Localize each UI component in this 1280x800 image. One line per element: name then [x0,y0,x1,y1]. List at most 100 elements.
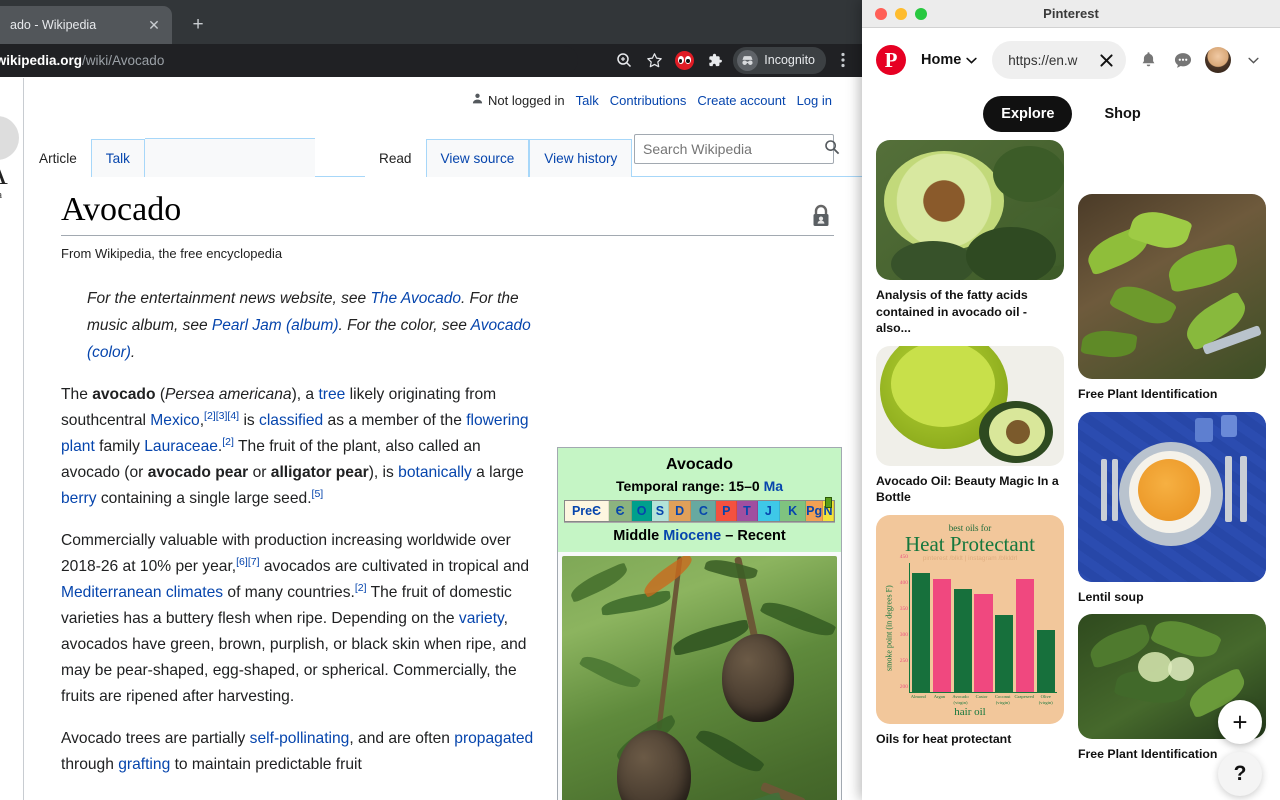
pinterest-logo-icon[interactable]: P [876,45,906,75]
ref-6[interactable]: [6] [236,556,248,568]
chart-y-tick: 300 [899,632,908,639]
pin-image-avocado-oil-bowl[interactable] [876,345,1064,466]
log-in-link[interactable]: Log in [797,93,832,108]
tab-article[interactable]: Article [25,140,91,177]
geo-period-5[interactable]: C [691,501,717,521]
chart-x-tick: Coconut (virgin) [994,694,1011,705]
notifications-bell-icon[interactable] [1135,47,1161,73]
incognito-indicator[interactable]: Incognito [733,46,826,74]
pinterest-search-box[interactable]: https://en.w [992,41,1126,79]
create-pin-button[interactable]: + [1218,700,1262,744]
clear-search-icon[interactable] [1096,50,1116,70]
create-account-link[interactable]: Create account [697,93,785,108]
extensions-puzzle-icon[interactable] [701,47,727,73]
pin-image-lentil-soup[interactable] [1078,411,1266,582]
geo-period-8[interactable]: J [757,501,781,521]
messages-icon[interactable] [1170,47,1196,73]
search-icon[interactable] [824,139,840,160]
browser-tab[interactable]: ado - Wikipedia ✕ [0,6,172,44]
link-self-pollinating[interactable]: self-pollinating [250,730,350,747]
link-classified[interactable]: classified [259,412,323,429]
chart-bars [909,563,1057,694]
account-chevron-down-icon[interactable] [1240,47,1266,73]
search-input[interactable] [643,141,824,157]
geo-period-9[interactable]: K [780,501,807,521]
pin-card-heat-protectant-chart[interactable]: best oils for Heat Protectant pinterest … [876,514,1064,748]
geo-period-7[interactable]: T [737,501,758,521]
ref-7[interactable]: [7] [248,556,260,568]
tab-talk[interactable]: Talk [90,139,145,177]
new-tab-icon[interactable]: + [185,12,211,38]
tab-explore[interactable]: Explore [983,96,1073,132]
pin-image-heat-protectant-chart[interactable]: best oils for Heat Protectant pinterest … [876,514,1064,725]
chart-y-tick: 200 [899,684,908,691]
link-tree[interactable]: tree [318,386,345,403]
tab-close-icon[interactable]: ✕ [144,15,164,35]
extension-eyes-icon[interactable] [671,47,697,73]
geologic-strip[interactable]: PreЄ Є O S D C P T J K Pg N [564,497,835,522]
chart-x-tick: Castor [975,694,988,700]
personal-contributions-link[interactable]: Contributions [610,93,687,108]
ref-2b[interactable]: [2] [222,436,234,448]
link-variety[interactable]: variety [459,610,504,627]
wikipedia-search-box[interactable] [634,134,840,164]
tabs-filler [144,138,315,177]
link-pearl-jam-album[interactable]: Pearl Jam (album) [212,317,339,334]
ref-4[interactable]: [4] [227,410,239,422]
avocado-tree-photo[interactable] [562,556,837,800]
link-the-avocado[interactable]: The Avocado [370,290,460,307]
geo-period-1[interactable]: Є [608,501,633,521]
user-avatar[interactable] [1205,47,1231,73]
search-input-value[interactable]: https://en.w [1008,53,1090,68]
geo-period-3[interactable]: S [651,501,669,521]
chart-y-tick: 350 [899,606,908,613]
search-icon[interactable] [611,47,637,73]
geo-period-10[interactable]: Pg [806,501,824,521]
ref-2c[interactable]: [2] [355,582,367,594]
chart-y-tick: 450 [899,554,908,561]
ref-3[interactable]: [3] [216,410,228,422]
home-dropdown[interactable]: Home [915,46,983,74]
link-berry[interactable]: berry [61,490,97,507]
window-title: Pinterest [1043,6,1099,21]
protection-lock-icon[interactable] [810,199,832,226]
link-mexico[interactable]: Mexico [150,412,199,429]
address-bar-input[interactable]: .wikipedia.org/wiki/Avocado [0,46,578,74]
link-botanically[interactable]: botanically [398,464,472,481]
link-lauraceae[interactable]: Lauraceae [144,439,218,456]
geo-period-2[interactable]: O [632,501,652,521]
pin-card-avocado-oil-beauty[interactable]: Avocado Oil: Beauty Magic In a Bottle [876,345,1064,506]
tab-view-history[interactable]: View history [529,139,633,177]
url-domain: .wikipedia.org [0,52,83,68]
chart-bar [995,614,1014,693]
link-propagated[interactable]: propagated [454,730,533,747]
chart-title: Heat Protectant [904,531,1036,556]
browser-tab-strip: ado - Wikipedia ✕ + [0,0,862,44]
pin-card-avocado-oil-analysis[interactable]: Analysis of the fatty acids contained in… [876,140,1064,337]
geo-period-0[interactable]: PreЄ [565,501,609,521]
tab-shop[interactable]: Shop [1086,96,1158,132]
tab-read[interactable]: Read [365,140,426,177]
ref-2a[interactable]: [2] [204,410,216,422]
chart-y-tick: 400 [899,580,908,587]
tab-view-source[interactable]: View source [425,139,530,177]
browser-menu-icon[interactable] [830,47,856,73]
pin-card-lentil-soup[interactable]: Lentil soup [1078,411,1266,606]
link-miocene[interactable]: Miocene [663,528,721,544]
link-ma[interactable]: Ma [764,478,783,494]
geo-period-4[interactable]: D [668,501,692,521]
pin-caption: Avocado Oil: Beauty Magic In a Bottle [876,473,1059,505]
wikipedia-logo[interactable]: A lia [0,116,22,201]
ref-5[interactable]: [5] [312,488,324,500]
personal-talk-link[interactable]: Talk [576,93,599,108]
pin-image-avocado-halves[interactable] [876,140,1064,280]
chart-x-axis-label: hair oil [954,706,986,719]
help-button[interactable]: ? [1218,752,1262,796]
pin-image-plant-leaves[interactable] [1078,194,1266,379]
pin-card-plant-id-1[interactable]: Free Plant Identification [1078,194,1266,403]
link-mediterranean-climates[interactable]: Mediterranean climates [61,584,223,601]
bookmark-star-icon[interactable] [641,47,667,73]
namespace-tabs: Article Talk [25,131,315,177]
link-grafting[interactable]: grafting [118,756,170,773]
geo-period-6[interactable]: P [716,501,738,521]
